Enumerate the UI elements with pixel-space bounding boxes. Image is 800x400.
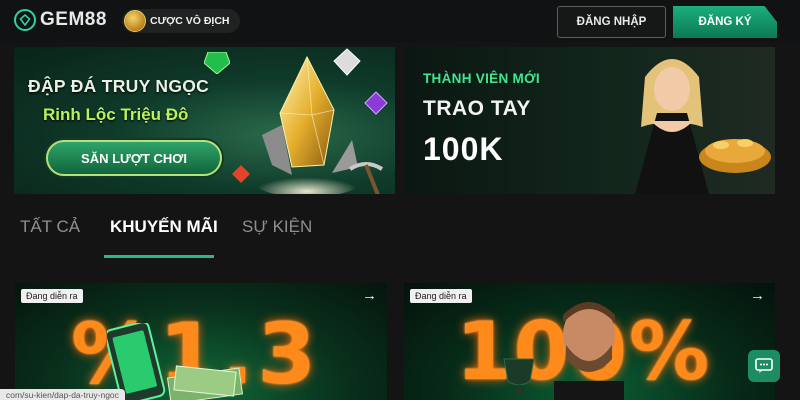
gold-coins-illustration [699,139,771,173]
tab-promotions[interactable]: KHUYẾN MÃI [110,217,218,237]
promo-card-rebate[interactable]: Đang diễn ra → %1.3 [15,283,387,400]
pickaxe-icon [348,162,384,194]
champion-bet-link[interactable]: CƯỢC VÔ ĐỊCH [122,9,240,33]
emerald-gem-icon [204,52,230,74]
medal-icon [124,10,146,32]
logo-text: GEM88 [40,9,107,30]
tab-events[interactable]: SỰ KIỆN [242,217,312,237]
promo-card-deposit-bonus[interactable]: Đang diễn ra → 100% [404,283,775,400]
arrow-right-icon[interactable]: → [750,287,765,304]
ruby-gem-icon [232,165,250,183]
active-tab-indicator [104,255,214,258]
purple-gem-icon [364,91,388,115]
arrow-right-icon[interactable]: → [362,287,377,304]
trophy-icon [503,358,535,395]
hunt-turns-button[interactable]: SĂN LƯỢT CHƠI [46,140,222,176]
banner-title: ĐẬP ĐÁ TRUY NGỌC [28,76,210,96]
football-player-illustration [554,302,624,400]
champion-label: CƯỢC VÔ ĐỊCH [150,15,230,27]
promotion-tabs: TẤT CẢ KHUYẾN MÃI SỰ KIỆN [0,200,800,260]
promo-banner-new-member[interactable]: THÀNH VIÊN MỚI TRAO TAY 100K [405,47,775,194]
tab-all[interactable]: TẤT CẢ [20,217,80,237]
site-logo[interactable]: GEM88 [14,9,107,31]
banner-subtitle: Rinh Lộc Triệu Đô [43,105,189,124]
banner-amount: 100K [423,131,504,167]
status-badge: Đang diễn ra [21,289,83,303]
status-badge: Đang diễn ra [410,289,472,303]
login-button[interactable]: ĐĂNG NHẬP [557,6,666,38]
cash-stack-illustration [166,365,244,400]
register-button[interactable]: ĐĂNG KÝ [673,6,777,38]
promo-banner-gem-hunt[interactable]: ĐẬP ĐÁ TRUY NGỌC Rinh Lộc Triệu Đô SĂN L… [14,47,395,194]
status-url: com/su-kien/dap-da-truy-ngoc [0,389,125,400]
top-header: GEM88 CƯỢC VÔ ĐỊCH ĐĂNG NHẬP ĐĂNG KÝ [0,0,800,42]
gem-logo-icon [14,9,36,31]
banner-kicker: THÀNH VIÊN MỚI [423,71,540,86]
chat-icon[interactable] [748,350,780,382]
banner-headline: TRAO TAY [423,97,531,120]
diamond-gem-icon [333,48,361,76]
